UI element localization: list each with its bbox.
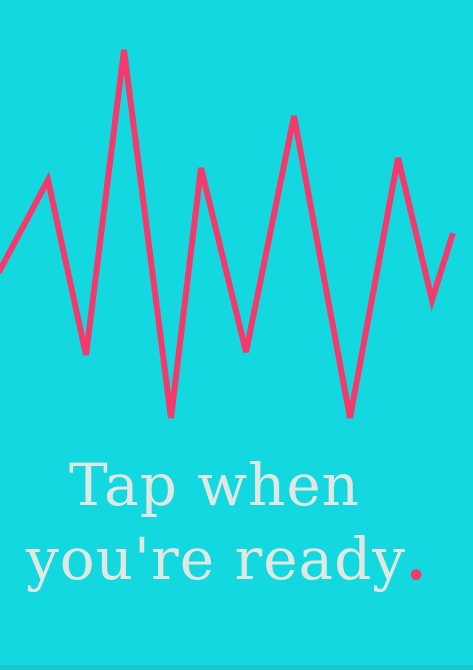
bottom-edge-bar <box>0 665 473 670</box>
tap-to-start-screen[interactable]: Tap when you're ready. <box>0 0 473 670</box>
tap-prompt: Tap when you're ready. <box>0 448 473 596</box>
prompt-line-2-text: you're ready <box>26 525 406 593</box>
prompt-line-1: Tap when <box>69 451 361 519</box>
pulse-waveform-icon <box>0 49 456 419</box>
prompt-line-2: you're ready. <box>0 522 473 596</box>
accent-period: . <box>406 525 428 593</box>
waveform-line <box>0 49 456 419</box>
